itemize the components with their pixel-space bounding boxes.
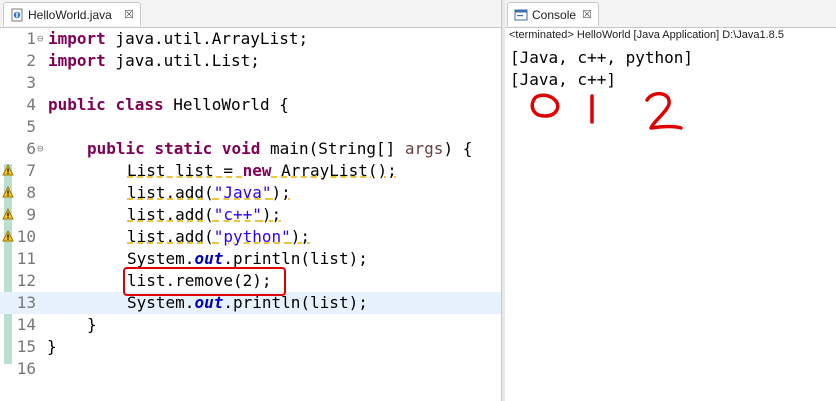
code-line: 5 bbox=[0, 116, 501, 138]
code-line: 6 ⊖ public static void main(String[] arg… bbox=[0, 138, 501, 160]
handwritten-two bbox=[645, 91, 683, 130]
handwritten-zero bbox=[530, 93, 560, 118]
line-number: 3 bbox=[26, 73, 36, 92]
code-line: 3 bbox=[0, 72, 501, 94]
code-text: import java.util.ArrayList; bbox=[48, 29, 309, 48]
java-file-icon bbox=[10, 8, 24, 22]
code-line: 4 public class HelloWorld { bbox=[0, 94, 501, 116]
line-number: 4 bbox=[26, 95, 36, 114]
fold-icon[interactable]: ⊖ bbox=[37, 28, 44, 50]
code-text: list.add("python"); bbox=[127, 227, 311, 246]
line-number: 10 bbox=[16, 227, 36, 246]
code-line: 7 List list = new ArrayList(); bbox=[0, 160, 501, 182]
tab-helloworld-java[interactable]: HelloWorld.java ☒ bbox=[3, 2, 141, 26]
fold-icon[interactable]: ⊖ bbox=[37, 138, 44, 160]
line-number: 1 bbox=[26, 29, 36, 48]
tab-title: HelloWorld.java bbox=[28, 7, 112, 22]
line-number: 9 bbox=[26, 205, 36, 224]
line-number: 11 bbox=[16, 249, 36, 268]
code-line: 1 ⊖ import java.util.ArrayList; bbox=[0, 28, 501, 50]
editor-pane: HelloWorld.java ☒ 1 ⊖ import java.util.A… bbox=[0, 0, 501, 401]
code-line: 15 } bbox=[0, 336, 501, 358]
code-line: 16 bbox=[0, 358, 501, 380]
code-text: } bbox=[87, 315, 97, 334]
code-text: public static void main(String[] args) { bbox=[87, 139, 473, 158]
highlight-box bbox=[123, 267, 286, 296]
code-line: 10 list.add("python"); bbox=[0, 226, 501, 248]
code-text: } bbox=[47, 337, 57, 356]
line-number: 12 bbox=[16, 271, 36, 290]
code-text: list.add("c++"); bbox=[127, 205, 282, 224]
code-text: list.add("Java"); bbox=[127, 183, 291, 202]
console-pane: Console ☒ <terminated> HelloWorld [Java … bbox=[505, 0, 836, 401]
line-number: 5 bbox=[26, 117, 36, 136]
handwritten-index-annotation bbox=[530, 91, 683, 130]
code-line: 14 } bbox=[0, 314, 501, 336]
line-number: 6 bbox=[26, 139, 36, 158]
code-text: import java.util.List; bbox=[48, 51, 260, 70]
code-line: 2 import java.util.List; bbox=[0, 50, 501, 72]
line-number: 15 bbox=[16, 337, 36, 356]
line-number: 16 bbox=[16, 359, 36, 378]
editor-tabbar: HelloWorld.java ☒ bbox=[0, 0, 501, 28]
code-line: 8 list.add("Java"); bbox=[0, 182, 501, 204]
code-line: 9 list.add("c++"); bbox=[0, 204, 501, 226]
line-number: 13 bbox=[16, 293, 36, 312]
line-number: 7 bbox=[26, 161, 36, 180]
line-number: 14 bbox=[16, 315, 36, 334]
code-text: List list = new ArrayList(); bbox=[127, 161, 397, 180]
code-text: public class HelloWorld { bbox=[48, 95, 289, 114]
code-editor[interactable]: 1 ⊖ import java.util.ArrayList; 2 import… bbox=[0, 28, 501, 401]
line-number: 2 bbox=[26, 51, 36, 70]
close-icon[interactable]: ☒ bbox=[124, 8, 134, 21]
line-number: 8 bbox=[26, 183, 36, 202]
